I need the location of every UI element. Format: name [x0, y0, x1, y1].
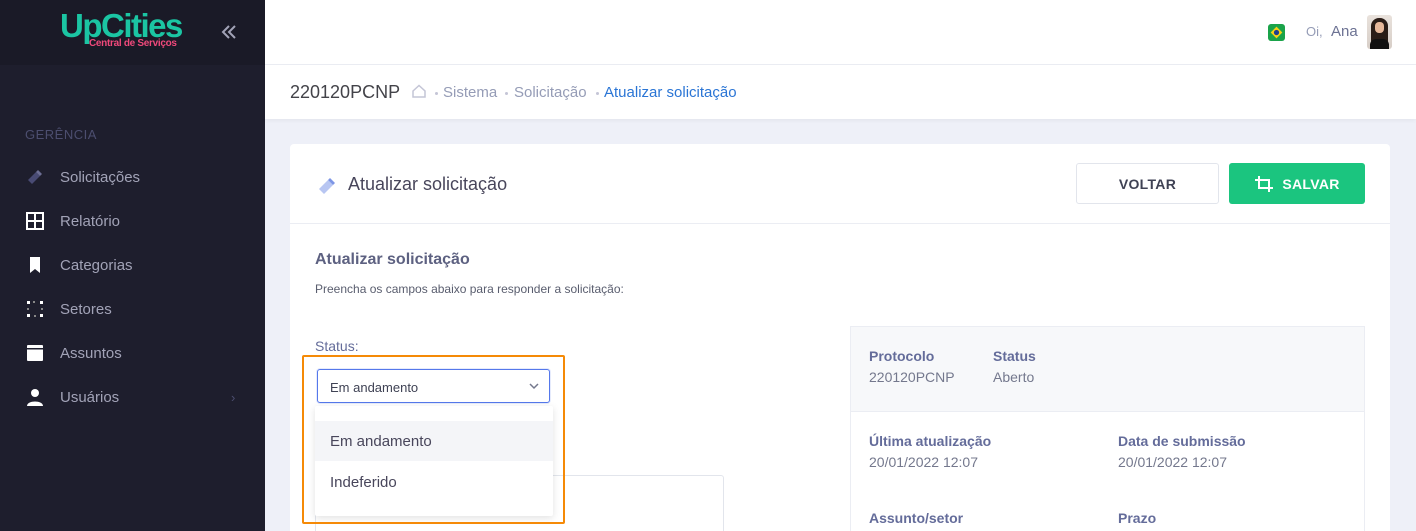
- chevron-right-icon: ›: [231, 389, 236, 405]
- ticket-icon: [319, 178, 335, 194]
- top-header: Oi, Ana: [265, 0, 1416, 65]
- save-button[interactable]: SALVAR: [1229, 163, 1365, 204]
- status-label: Status:: [315, 338, 359, 354]
- dotted-square-icon: [25, 299, 45, 319]
- double-chevron-left-icon[interactable]: [219, 22, 239, 42]
- logo-subtitle: Central de Serviços: [89, 38, 177, 49]
- ultima-atualizacao-value: 20/01/2022 12:07: [869, 454, 978, 470]
- prazo-label: Prazo: [1118, 510, 1157, 526]
- card-title: Atualizar solicitação: [348, 174, 508, 194]
- protocolo-value: 220120PCNP: [869, 369, 955, 385]
- sidebar-item-assuntos[interactable]: Assuntos: [0, 331, 265, 375]
- logo-area: UpCities Central de Serviços: [0, 0, 265, 65]
- sidebar-item-label: Solicitações: [60, 168, 141, 186]
- sidebar-item-label: Setores: [60, 300, 112, 318]
- ultima-atualizacao-label: Última atualização: [869, 433, 992, 449]
- sidebar: UpCities Central de Serviços GERÊNCIA So…: [0, 0, 265, 531]
- brazil-flag-icon[interactable]: [1268, 24, 1285, 41]
- ticket-icon: [25, 167, 45, 187]
- breadcrumb-solicitacao[interactable]: Solicitação: [514, 84, 587, 101]
- section-label: GERÊNCIA: [25, 127, 97, 142]
- sidebar-item-label: Assuntos: [60, 344, 122, 362]
- sidebar-item-solicitacoes[interactable]: Solicitações: [0, 155, 265, 199]
- greeting: Oi,: [1306, 24, 1323, 39]
- subheader: 220120PCNP Sistema Solicitação Atualizar…: [265, 65, 1416, 119]
- page-title: 220120PCNP: [290, 82, 401, 102]
- sidebar-item-label: Relatório: [60, 212, 121, 230]
- breadcrumb-sistema[interactable]: Sistema: [443, 84, 497, 101]
- sidebar-item-relatorio[interactable]: Relatório: [0, 199, 265, 243]
- home-icon[interactable]: [411, 83, 427, 99]
- grid-icon: [25, 211, 45, 231]
- form-title: Atualizar solicitação: [315, 251, 470, 268]
- data-submissao-label: Data de submissão: [1118, 433, 1246, 449]
- save-label: SALVAR: [1282, 175, 1340, 192]
- avatar[interactable]: [1367, 15, 1392, 49]
- book-icon: [25, 343, 45, 363]
- data-submissao-value: 20/01/2022 12:07: [1118, 454, 1227, 470]
- crop-icon: [1255, 175, 1274, 192]
- form-description: Preencha os campos abaixo para responder…: [315, 282, 624, 296]
- sidebar-item-setores[interactable]: Setores: [0, 287, 265, 331]
- sidebar-item-label: Categorias: [60, 256, 133, 274]
- breadcrumb-atualizar[interactable]: Atualizar solicitação: [604, 84, 737, 101]
- status-info-value: Aberto: [993, 369, 1035, 385]
- back-button[interactable]: VOLTAR: [1076, 163, 1219, 204]
- highlight-box: [302, 355, 565, 524]
- info-panel: Protocolo 220120PCNP Status Aberto Últim…: [850, 326, 1365, 531]
- protocolo-label: Protocolo: [869, 348, 935, 364]
- status-info-label: Status: [993, 348, 1036, 364]
- sidebar-item-label: Usuários: [60, 388, 120, 406]
- sidebar-item-usuarios[interactable]: Usuários ›: [0, 375, 265, 419]
- assunto-setor-label: Assunto/setor: [869, 510, 964, 526]
- username[interactable]: Ana: [1331, 23, 1358, 40]
- bookmark-icon: [25, 255, 45, 275]
- user-icon: [25, 387, 45, 407]
- card-header: Atualizar solicitação VOLTAR SALVAR: [290, 144, 1390, 224]
- sidebar-item-categorias[interactable]: Categorias: [0, 243, 265, 287]
